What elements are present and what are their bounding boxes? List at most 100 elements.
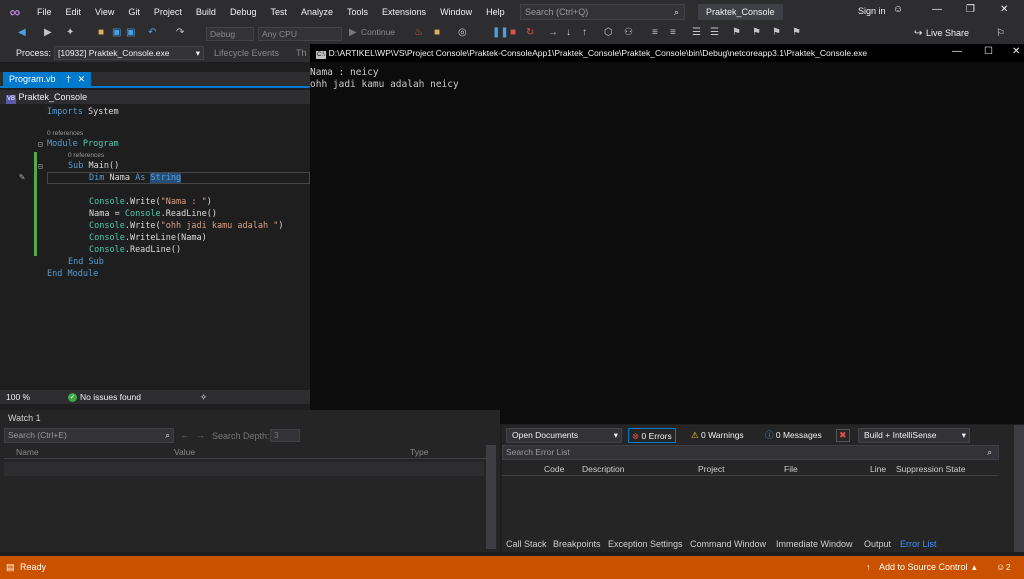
search-depth-select[interactable]: 3	[270, 429, 300, 442]
process-select[interactable]: [10932] Praktek_Console.exe ▾	[54, 46, 204, 60]
continue-icon[interactable]: ▶	[349, 27, 357, 38]
build-filter-select[interactable]: Build + IntelliSense ▾	[858, 428, 970, 443]
step-into-icon[interactable]: ↓	[566, 27, 571, 38]
right-scrollbar[interactable]	[1014, 425, 1024, 552]
editor-navigation-bar[interactable]: VB Praktek_Console	[0, 90, 310, 104]
redo-icon[interactable]: ↷	[176, 27, 184, 38]
tab-command-window[interactable]: Command Window	[690, 539, 766, 549]
solution-config-select[interactable]: Debug	[206, 27, 254, 41]
tab-call-stack[interactable]: Call Stack	[506, 539, 547, 549]
console-maximize-icon[interactable]: ☐	[984, 46, 993, 57]
breakpoint-toggle-icon[interactable]: ⚇	[624, 27, 633, 38]
notifications-icon[interactable]: ☺	[996, 556, 1005, 579]
sign-in-link[interactable]: Sign in	[858, 6, 886, 16]
camera-icon[interactable]: ◎	[458, 27, 467, 38]
watch-search-input[interactable]: Search (Ctrl+E) ⌕	[4, 428, 174, 443]
tab-program-vb[interactable]: Program.vb † ✕	[3, 72, 92, 86]
navigate-back-icon[interactable]: ◀	[18, 27, 26, 38]
open-folder-icon[interactable]: ■	[98, 27, 104, 38]
warnings-filter-button[interactable]: ⚠ 0 Warnings	[688, 428, 747, 443]
prev-bookmark-icon[interactable]: ⚑	[752, 27, 761, 38]
errors-filter-button[interactable]: ⊗ 0 Errors	[628, 428, 676, 443]
watch-scrollbar[interactable]	[486, 445, 496, 549]
col-value[interactable]: Value	[174, 447, 195, 457]
pause-icon[interactable]: ❚❚	[492, 27, 509, 38]
account-icon[interactable]: ☺	[893, 4, 903, 15]
continue-button[interactable]: Continue	[361, 27, 395, 37]
clear-filter-icon[interactable]: ✖	[836, 429, 850, 442]
live-share-icon[interactable]: ↪	[914, 28, 922, 39]
back-arrow-icon[interactable]: ←	[180, 430, 189, 440]
source-control-button[interactable]: Add to Source Control	[879, 556, 968, 579]
menu-help[interactable]: Help	[479, 0, 512, 24]
collapse-module-icon[interactable]: ⊟	[38, 140, 43, 149]
uncomment-icon[interactable]: ☰	[710, 27, 719, 38]
col-project[interactable]: Project	[698, 464, 724, 474]
codelens-references-main[interactable]: 0 references	[68, 152, 104, 159]
tab-error-list[interactable]: Error List	[900, 539, 937, 549]
stop-icon[interactable]: ■	[510, 27, 516, 38]
minimize-icon[interactable]: —	[932, 4, 942, 15]
menu-build[interactable]: Build	[189, 0, 223, 24]
save-all-icon[interactable]: ▣	[126, 27, 135, 38]
lifecycle-events-button[interactable]: Lifecycle Events	[214, 48, 279, 58]
folder-icon[interactable]: ■	[434, 27, 440, 38]
tab-exception-settings[interactable]: Exception Settings	[608, 539, 683, 549]
menu-edit[interactable]: Edit	[59, 0, 89, 24]
hex-icon[interactable]: ⬡	[604, 27, 613, 38]
tab-pin-icon[interactable]: †	[66, 74, 71, 84]
menu-extensions[interactable]: Extensions	[375, 0, 433, 24]
step-out-icon[interactable]: ↑	[582, 27, 587, 38]
bookmark-icon[interactable]: ⚑	[732, 27, 741, 38]
hot-reload-icon[interactable]: ♨	[414, 27, 423, 38]
menu-window[interactable]: Window	[433, 0, 479, 24]
error-scope-select[interactable]: Open Documents ▾	[506, 428, 622, 443]
step-over-icon[interactable]: →	[548, 27, 558, 38]
error-search-input[interactable]: Search Error List ⌕	[502, 445, 999, 460]
forward-arrow-icon[interactable]: →	[196, 430, 205, 440]
console-close-icon[interactable]: ✕	[1012, 46, 1020, 57]
quick-search-input[interactable]: Search (Ctrl+Q) ⌕	[520, 4, 685, 20]
undo-icon[interactable]: ↶	[148, 27, 156, 38]
menu-debug[interactable]: Debug	[223, 0, 264, 24]
close-icon[interactable]: ✕	[1000, 4, 1008, 15]
watch-empty-row[interactable]	[4, 462, 484, 476]
platform-select[interactable]: Any CPU	[258, 27, 342, 41]
issues-status[interactable]: No issues found	[80, 390, 141, 404]
save-icon[interactable]: ▣	[112, 27, 121, 38]
align-left-icon[interactable]: ≡	[652, 27, 658, 38]
clear-bookmarks-icon[interactable]: ⚑	[792, 27, 801, 38]
feedback-icon[interactable]: ⚐	[996, 28, 1005, 39]
menu-tools[interactable]: Tools	[340, 0, 375, 24]
tab-breakpoints[interactable]: Breakpoints	[553, 539, 601, 549]
menu-file[interactable]: File	[30, 0, 59, 24]
menu-test[interactable]: Test	[263, 0, 294, 24]
live-share-button[interactable]: Live Share	[926, 28, 969, 38]
align-right-icon[interactable]: ≡	[670, 27, 676, 38]
restart-icon[interactable]: ↻	[526, 27, 534, 38]
console-minimize-icon[interactable]: —	[952, 46, 962, 57]
new-project-icon[interactable]: ✦	[66, 27, 74, 38]
comment-icon[interactable]: ☰	[692, 27, 701, 38]
code-editor[interactable]: ✎ ⊟ ⊟ Imports System 0 references Module…	[0, 104, 310, 390]
menu-project[interactable]: Project	[147, 0, 189, 24]
collapse-sub-icon[interactable]: ⊟	[38, 162, 43, 171]
navigate-forward-icon[interactable]: ▶	[44, 27, 52, 38]
menu-analyze[interactable]: Analyze	[294, 0, 340, 24]
col-name[interactable]: Name	[16, 447, 39, 457]
col-code[interactable]: Code	[544, 464, 564, 474]
tab-close-icon[interactable]: ✕	[78, 74, 86, 84]
tab-immediate-window[interactable]: Immediate Window	[776, 539, 853, 549]
col-description[interactable]: Description	[582, 464, 625, 474]
menu-git[interactable]: Git	[121, 0, 147, 24]
tab-output[interactable]: Output	[864, 539, 891, 549]
col-file[interactable]: File	[784, 464, 798, 474]
menu-view[interactable]: View	[88, 0, 121, 24]
maximize-icon[interactable]: ❐	[966, 4, 975, 15]
col-suppression-state[interactable]: Suppression State	[896, 464, 965, 474]
next-bookmark-icon[interactable]: ⚑	[772, 27, 781, 38]
console-window[interactable]: C:\ D:\ARTIKEL\WP\VS\Project Console\Prak…	[310, 44, 1024, 424]
zoom-level[interactable]: 100 %	[6, 390, 30, 404]
brush-icon[interactable]: ✧	[200, 390, 207, 404]
col-type[interactable]: Type	[410, 447, 428, 457]
